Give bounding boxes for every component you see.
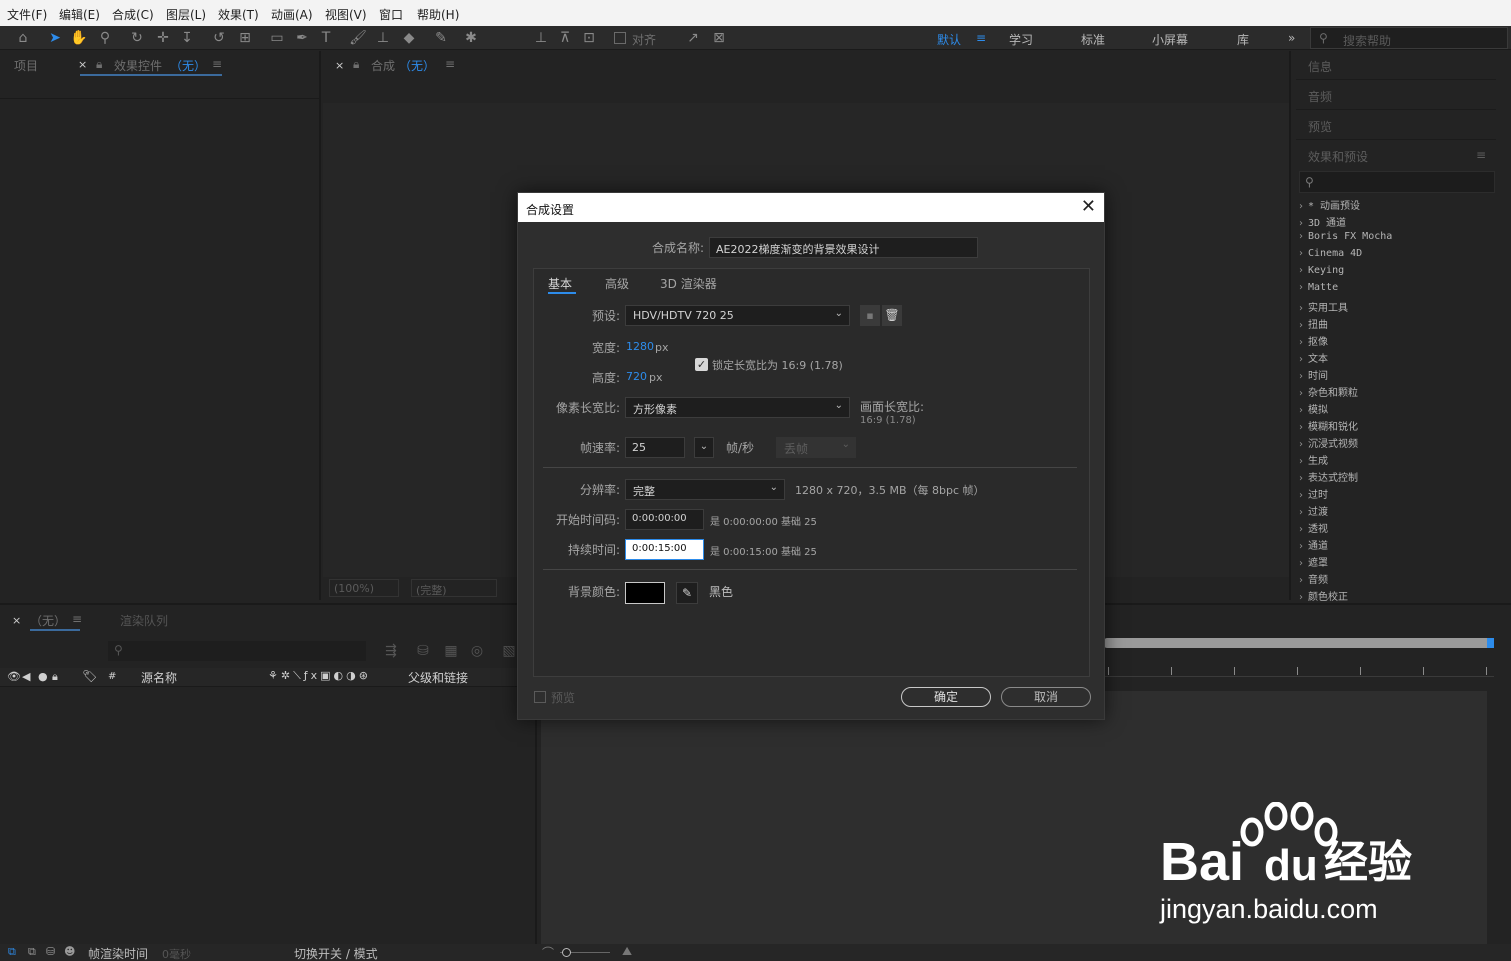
watermark-url: jingyan.baidu.com (1160, 894, 1378, 924)
height-label: 高度: (591, 371, 620, 385)
cancel-button[interactable]: 取消 (1001, 687, 1091, 707)
close-icon[interactable]: ✕ (1081, 197, 1096, 217)
preset-label: 预设: (591, 309, 620, 323)
resolution-label: 分辨率: (579, 483, 620, 497)
chevron-down-icon: ⌄ (841, 439, 850, 450)
watermark-brand: Bai (1160, 832, 1245, 892)
watermark-brand-du: du (1264, 841, 1318, 890)
delete-preset-icon[interactable]: 🗑︎ (882, 305, 902, 326)
resolution-value: 完整 (633, 485, 655, 498)
frame-aspect-label: 画面长宽比: (860, 400, 925, 414)
composition-settings-dialog: 合成设置 ✕ 合成名称: AE2022梯度渐变的背景效果设计 基本 高级 3D … (517, 192, 1105, 720)
width-unit: px (655, 341, 669, 354)
preview-label: 预览 (551, 691, 576, 705)
background-color-swatch[interactable] (625, 582, 665, 604)
width-label: 宽度: (591, 341, 620, 355)
chevron-down-icon: ⌄ (834, 400, 843, 411)
height-unit: px (649, 371, 663, 384)
chevron-down-icon: ⌄ (834, 308, 843, 319)
preset-value: HDV/HDTV 720 25 (633, 309, 734, 322)
preset-select[interactable]: HDV/HDTV 720 25 ⌄ (625, 305, 850, 326)
tab-advanced[interactable]: 高级 (605, 275, 629, 292)
preview-checkbox[interactable] (534, 691, 546, 703)
start-timecode-input[interactable]: 0:00:00:00 (625, 509, 704, 530)
comp-name-input[interactable]: AE2022梯度渐变的背景效果设计 (709, 237, 978, 258)
resolution-info: 1280 x 720，3.5 MB（每 8bpc 帧） (795, 484, 985, 497)
background-color-name: 黑色 (709, 585, 734, 599)
fps-unit: 帧/秒 (726, 441, 755, 455)
drop-frame-select[interactable]: 丢帧 ⌄ (776, 437, 856, 458)
resolution-select[interactable]: 完整 ⌄ (625, 479, 785, 500)
save-preset-icon[interactable]: ▪ (860, 305, 880, 326)
divider (543, 569, 1077, 570)
active-tab-underline (548, 292, 576, 294)
eyedropper-icon[interactable]: ✎ (676, 582, 698, 604)
divider (543, 467, 1077, 468)
width-value[interactable]: 1280 (626, 340, 654, 353)
ok-button[interactable]: 确定 (901, 687, 991, 707)
start-timecode-info: 是 0:00:00:00 基础 25 (710, 517, 817, 528)
start-timecode-label: 开始时间码: (555, 513, 620, 527)
settings-tab-panel: 基本 高级 3D 渲染器 (533, 268, 1090, 677)
chevron-down-icon: ⌄ (769, 482, 778, 493)
lock-aspect-checkbox[interactable]: ✓ (695, 358, 708, 371)
frame-aspect-value: 16:9 (1.78) (860, 415, 916, 426)
watermark-brand-cn: 经验 (1324, 837, 1412, 888)
background-color-label: 背景颜色: (567, 585, 620, 599)
dialog-title: 合成设置 (526, 203, 575, 217)
fps-input[interactable]: 25 (625, 437, 685, 458)
lock-aspect-label: 锁定长宽比为 16:9 (1.78) (712, 359, 843, 372)
fps-dropdown-icon[interactable]: ⌄ (694, 437, 714, 458)
tab-basic[interactable]: 基本 (548, 275, 572, 292)
dialog-title-bar: 合成设置 ✕ (518, 193, 1104, 222)
pixel-aspect-select[interactable]: 方形像素 ⌄ (625, 397, 850, 418)
comp-name-label: 合成名称: (651, 241, 704, 255)
fps-label: 帧速率: (579, 441, 620, 455)
height-value[interactable]: 720 (626, 370, 647, 383)
drop-frame-value: 丢帧 (784, 442, 809, 456)
baidu-watermark: Bai du 经验 jingyan.baidu.com (1160, 802, 1500, 944)
pixel-aspect-label: 像素长宽比: (555, 401, 620, 415)
pixel-aspect-value: 方形像素 (633, 403, 677, 416)
tab-3d-renderer[interactable]: 3D 渲染器 (660, 275, 717, 292)
duration-info: 是 0:00:15:00 基础 25 (710, 547, 817, 558)
duration-input[interactable]: 0:00:15:00 (625, 539, 704, 560)
duration-label: 持续时间: (567, 543, 620, 557)
